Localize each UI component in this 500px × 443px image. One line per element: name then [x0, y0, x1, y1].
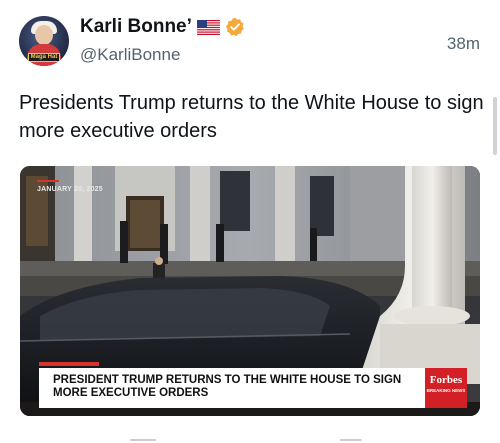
- post-text: Presidents Trump returns to the White Ho…: [19, 92, 484, 142]
- us-flag-icon: [196, 19, 220, 35]
- post-timestamp[interactable]: 38m: [447, 34, 480, 54]
- post-header: Maga Hat Karli Bonne’ @KarliBonne 38m: [19, 14, 480, 70]
- user-handle[interactable]: @KarliBonne: [80, 45, 180, 65]
- avatar-face: [35, 25, 53, 45]
- verified-badge-icon: [225, 17, 245, 37]
- video-date-overlay: JANUARY 20, 2025: [37, 186, 103, 193]
- display-name[interactable]: Karli Bonne’: [80, 16, 192, 38]
- name-row: Karli Bonne’: [80, 16, 245, 38]
- action-hint-2: [340, 439, 362, 441]
- post-card[interactable]: Maga Hat Karli Bonne’ @KarliBonne 38m Pr…: [0, 0, 500, 443]
- scrollbar[interactable]: [493, 97, 497, 155]
- chyron-accent-bar: [39, 362, 99, 366]
- post-video[interactable]: JANUARY 20, 2025 PRESIDENT TRUMP RETURNS…: [20, 166, 480, 416]
- action-bar-peek: [0, 428, 500, 443]
- date-accent-line: [37, 180, 59, 182]
- avatar-hat-label: Maga Hat: [28, 53, 60, 62]
- action-hint-1: [130, 439, 156, 441]
- avatar[interactable]: Maga Hat: [19, 16, 69, 66]
- forbes-wordmark: Forbes: [429, 374, 463, 386]
- forbes-logo: Forbes BREAKING NEWS: [425, 368, 467, 408]
- breaking-news-label: BREAKING NEWS: [426, 388, 466, 393]
- video-chyron: PRESIDENT TRUMP RETURNS TO THE WHITE HOU…: [39, 368, 437, 408]
